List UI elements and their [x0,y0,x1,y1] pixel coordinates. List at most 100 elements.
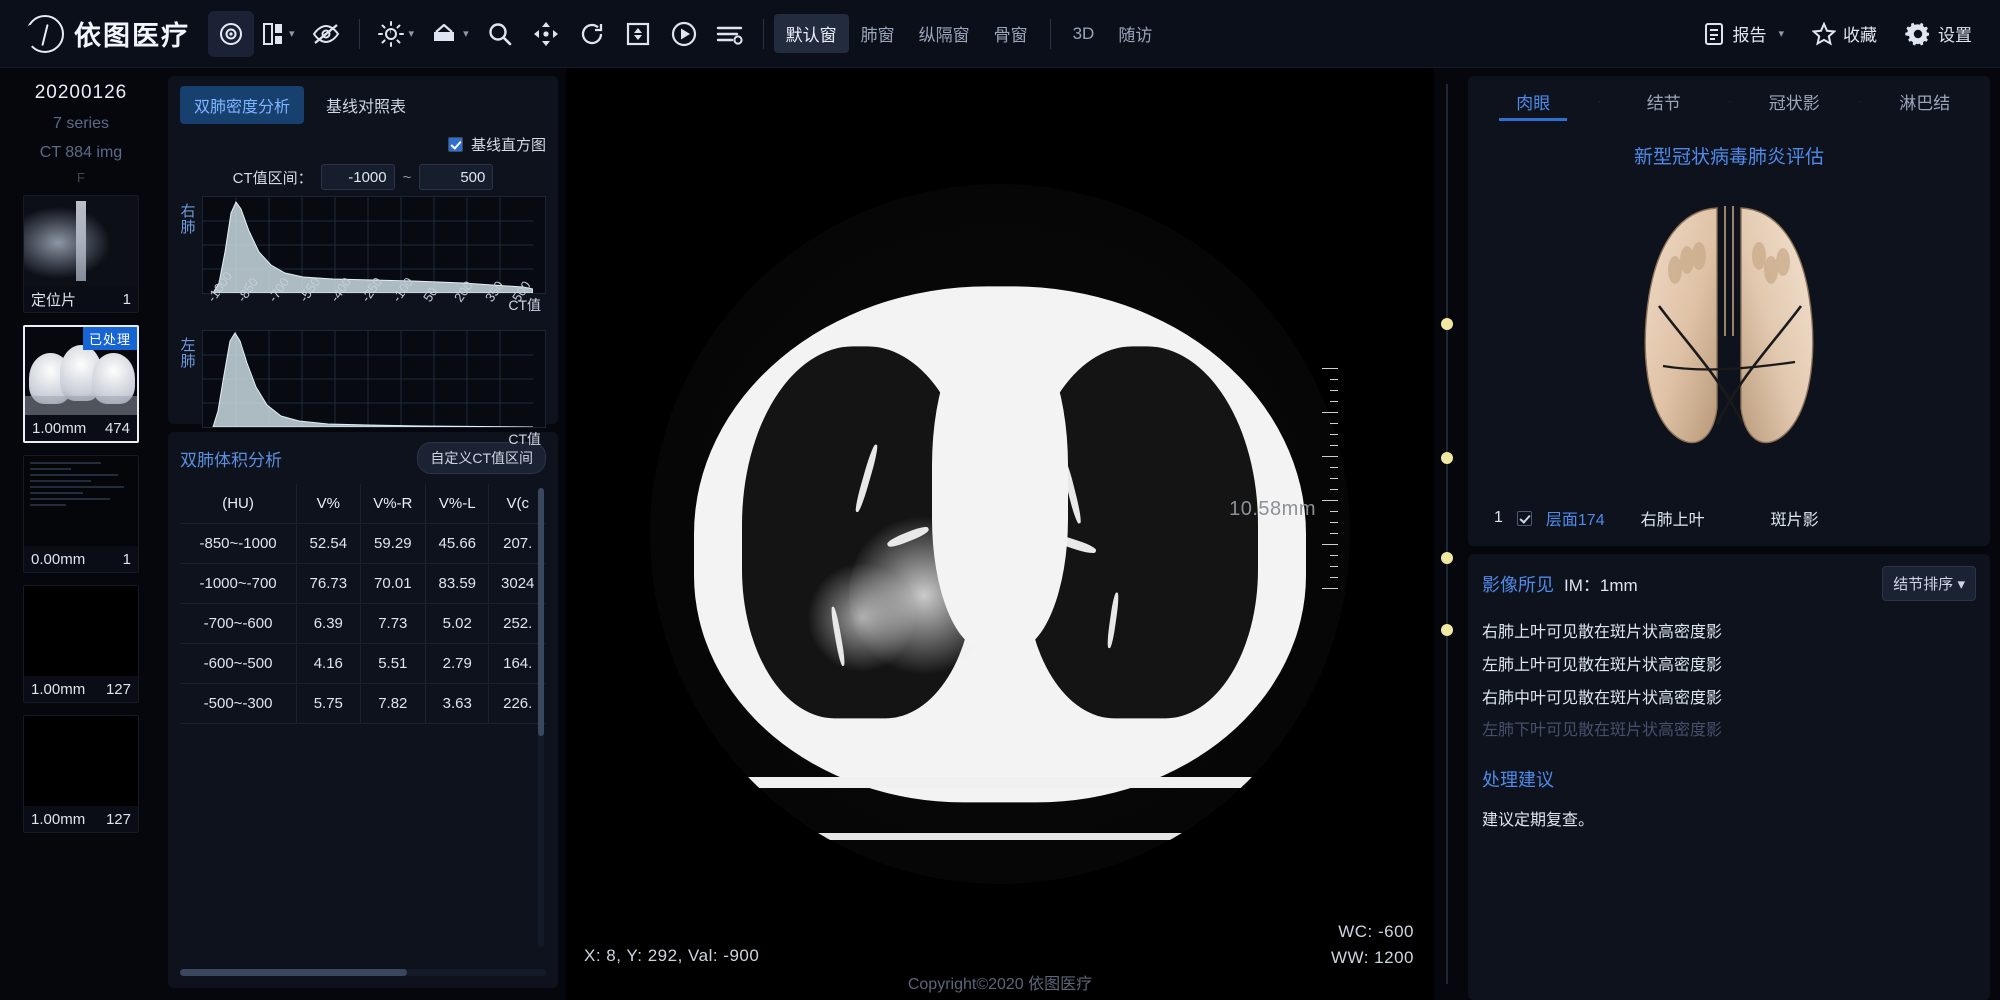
play-icon[interactable] [661,11,707,57]
left-lung-label: 左肺 [180,338,196,370]
slice-marker[interactable] [1441,318,1453,330]
nodule-row[interactable]: 1 层面174 右肺上叶 斑片影 [1480,496,1978,534]
save-icon[interactable] [615,11,661,57]
series-count: 7 series [52,115,110,132]
tab-coronal[interactable]: 冠状影 [1729,89,1860,114]
settings-button[interactable]: 设置 [1893,13,1984,55]
mode-followup-button[interactable]: 随访 [1106,14,1164,53]
series-thumb-count: 1 [122,550,131,568]
thorax-outline [694,286,1306,803]
ct-range-separator: ~ [402,168,412,186]
findings-card: 影像所见 IM：1mm 结节排序 ▾ 右肺上叶可见散在斑片状高密度影 左肺上叶可… [1468,554,1990,1000]
report-button[interactable]: 报告 ▾ [1691,13,1796,54]
table-horizontal-scrollbar[interactable] [180,969,546,976]
right-lung-label: 右肺 [180,204,196,236]
cell-vpct: 6.39 [296,603,361,644]
cell-hu: -850~-1000 [180,523,298,564]
cell-vpct-l: 45.66 [425,523,490,564]
study-date: 20200126 [34,82,128,103]
toolbar-right-group: 报告 ▾ 收藏 设置 [1691,13,2000,55]
volume-analysis-card: 双肺体积分析 自定义CT值区间 (HU) V% V%-R V%-L V(c -8… [168,432,558,988]
measure-icon[interactable] [707,11,753,57]
cell-vpct-r: 59.29 [360,523,427,564]
table-row[interactable]: -850~-1000 52.54 59.29 45.66 207. [180,523,546,564]
cell-hu: -500~-300 [180,683,298,724]
volume-table: (HU) V% V%-R V%-L V(c -850~-1000 52.54 5… [180,484,546,724]
ct-range-max-input[interactable] [419,164,494,190]
mode-3d-button[interactable]: 3D [1061,17,1107,51]
nodule-slice-link[interactable]: 层面174 [1546,506,1605,530]
scale-ruler [1312,368,1338,589]
series-thumb-image [24,586,138,676]
cell-hu: -700~-600 [180,603,298,644]
tab-baseline-table[interactable]: 基线对照表 [312,86,420,124]
window-preset-bone[interactable]: 骨窗 [982,14,1040,53]
covid-assessment: 新型冠状病毒肺炎评估 1 层面174 右肺上叶 斑片影 [1468,126,1990,546]
series-thumb-caption: 0.00mm 1 [24,546,138,572]
top-toolbar: 依图医疗 ▾ ▾ ▾ 默认窗 肺窗 纵隔窗 骨窗 3D 随访 报告 ▾ 收藏 设… [0,0,2000,68]
finding-line: 左肺上叶可见散在斑片状高密度影 [1482,656,1723,674]
magnifier-icon[interactable] [477,11,523,57]
cell-vpct: 52.54 [296,523,361,564]
tab-gross[interactable]: 肉眼 [1468,89,1599,121]
table-row[interactable]: -1000~-700 76.73 70.01 83.59 3024 [180,563,546,604]
window-preset-mediastinal[interactable]: 纵隔窗 [907,14,982,53]
slice-marker[interactable] [1441,552,1453,564]
ct-viewer[interactable]: 10.58mm X: 8, Y: 292, Val: -900 WC: -600… [566,68,1434,1000]
toolbar-divider [358,18,360,49]
series-thumb-name: 1.00mm [31,680,86,698]
findings-header: 影像所见 IM：1mm 结节排序 ▾ [1482,566,1976,601]
tab-nodule[interactable]: 结节 [1598,89,1730,114]
brand-logo: 依图医疗 [0,14,208,53]
series-thumb-axial[interactable]: 已处理 1.00mm 474 [23,325,139,443]
window-preset-default[interactable]: 默认窗 [773,14,849,53]
ct-range-min-input[interactable] [320,164,395,190]
chevron-down-icon[interactable]: ▾ [463,27,469,40]
window-width-readout: WW: 1200 [1330,948,1414,967]
chevron-down-icon[interactable]: ▾ [1778,27,1784,40]
series-thumb-count: 474 [104,419,130,437]
slice-marker[interactable] [1441,452,1453,464]
series-thumb-4[interactable]: 1.00mm 127 [23,585,139,703]
layout-icon[interactable]: ▾ [254,11,303,57]
favorites-button[interactable]: 收藏 [1800,13,1889,54]
window-preset-lung[interactable]: 肺窗 [849,14,907,53]
cell-vpct: 76.73 [296,563,361,604]
slice-marker[interactable] [1441,624,1453,636]
volume-title: 双肺体积分析 [180,450,282,470]
left-axis-name: CT值 [508,431,541,447]
target-icon[interactable] [208,10,254,57]
series-thumb-5[interactable]: 1.00mm 127 [23,715,139,833]
series-thumb-name: 1.00mm [32,419,87,437]
chevron-down-icon[interactable]: ▾ [409,27,415,40]
study-header: 20200126 7 series CT 884 img F [12,76,150,195]
series-thumb-scout[interactable]: 定位片 1 [23,195,139,313]
baseline-histogram-checkbox[interactable] [447,137,463,152]
table-row[interactable]: -700~-600 6.39 7.73 5.02 252. [180,603,546,644]
slice-track [1446,84,1448,984]
cell-vpct-r: 7.82 [360,683,427,724]
brightness-icon[interactable]: ▾ [370,11,423,57]
finding-line: 右肺中叶可见散在斑片状高密度影 [1482,689,1723,707]
export-icon[interactable]: ▾ [422,11,477,57]
status-badge: 已处理 [82,327,137,350]
series-thumb-dose[interactable]: 0.00mm 1 [23,455,139,573]
table-row[interactable]: -500~-300 5.75 7.82 3.63 226. [180,683,546,724]
nodule-sort-button[interactable]: 结节排序 ▾ [1882,566,1976,601]
reset-icon[interactable] [569,11,615,57]
table-vertical-scrollbar[interactable] [538,488,544,947]
eye-off-icon[interactable] [303,11,349,57]
cell-hu: -1000~-700 [180,563,298,604]
table-row[interactable]: -600~-500 4.16 5.51 2.79 164. [180,643,546,684]
col-vpct-l: V%-L [425,484,490,524]
tab-lymphnode[interactable]: 淋巴结 [1859,89,1991,114]
move-icon[interactable] [523,11,569,57]
tab-density-analysis[interactable]: 双肺密度分析 [180,86,305,124]
finding-line: 右肺上叶可见散在斑片状高密度影 [1482,624,1723,641]
slice-scrollbar[interactable] [1434,68,1460,1000]
lung-3d-model[interactable] [1480,175,1978,496]
chevron-down-icon[interactable]: ▾ [289,27,295,40]
cell-vpct-l: 2.79 [425,643,490,684]
nodule-checkbox[interactable] [1516,510,1532,526]
cell-vpct-r: 70.01 [360,563,427,604]
